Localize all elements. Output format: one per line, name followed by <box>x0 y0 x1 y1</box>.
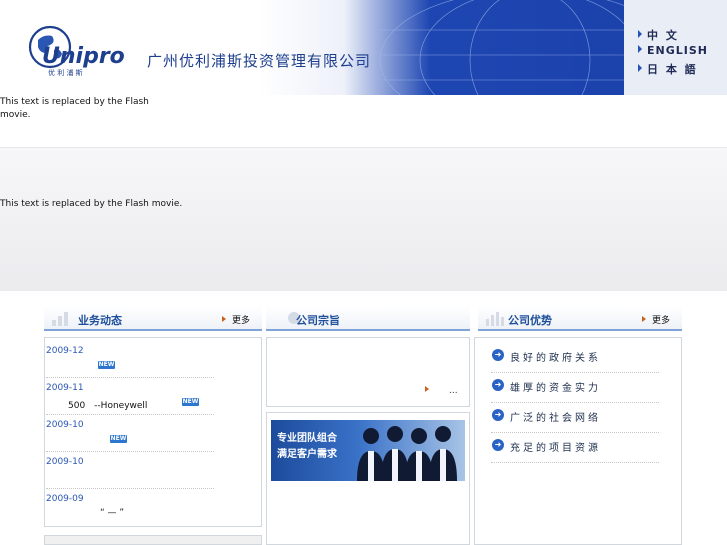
business-news-more[interactable]: 更多 <box>221 313 250 326</box>
flash-placeholder-main: This text is replaced by the Flash movie… <box>0 199 183 209</box>
arrow-right-icon <box>638 30 642 38</box>
arrow-right-icon <box>221 316 226 322</box>
svg-text:Unipro: Unipro <box>42 44 125 69</box>
team-banner-image[interactable]: 专业团队组合 满足客户需求 <box>271 420 465 481</box>
news-title[interactable]: 500 --Honeywell <box>68 398 147 411</box>
news-date[interactable]: 2009-11 <box>46 383 84 393</box>
business-news-title: 业务动态 <box>78 314 122 327</box>
company-advantages-header: 公司优势 更多 <box>478 306 682 331</box>
advantage-item[interactable]: ➜ 充足的项目资源 <box>491 433 659 463</box>
news-date[interactable]: 2009-12 <box>46 346 84 356</box>
team-banner-line1: 专业团队组合 <box>277 433 337 444</box>
company-advantages-more[interactable]: 更多 <box>641 313 670 326</box>
news-date[interactable]: 2009-09 <box>46 494 84 504</box>
arrow-right-icon <box>638 64 642 72</box>
lang-japanese[interactable]: 日 本 語 <box>638 61 698 77</box>
globe-decoration <box>379 0 630 95</box>
page: Unipro 优 利 浦 斯 广州优利浦斯投资管理有限公司 中 文 ENGLIS… <box>0 0 727 545</box>
next-panel-edge <box>44 535 262 545</box>
flash-placeholder-top: This text is replaced by the Flash movie… <box>0 97 149 120</box>
lang-english[interactable]: ENGLISH <box>638 44 708 57</box>
arrow-right-icon <box>641 316 646 322</box>
svg-text:优 利 浦 斯: 优 利 浦 斯 <box>48 68 83 77</box>
flash-band <box>0 147 727 291</box>
advantage-item[interactable]: ➜ 广泛的社会网络 <box>491 403 659 433</box>
new-badge: NEW <box>110 435 127 443</box>
arrow-circle-icon: ➜ <box>492 379 504 391</box>
arrow-right-icon <box>425 386 429 392</box>
team-banner-line2: 满足客户需求 <box>277 449 337 460</box>
company-purpose-header: 公司宗旨 <box>266 306 470 331</box>
news-title[interactable]: “ — ” <box>100 508 124 518</box>
arrow-right-icon <box>638 45 642 53</box>
business-news-header: 业务动态 更多 <box>44 306 262 331</box>
unipro-logo: Unipro 优 利 浦 斯 <box>28 25 125 77</box>
language-selector: 中 文 ENGLISH 日 本 語 <box>624 0 727 95</box>
advantage-item[interactable]: ➜ 良好的政府关系 <box>491 343 659 373</box>
arrow-circle-icon: ➜ <box>492 439 504 451</box>
company-purpose-title: 公司宗旨 <box>296 314 340 327</box>
lang-chinese[interactable]: 中 文 <box>638 27 679 43</box>
new-badge: NEW <box>182 398 199 406</box>
arrow-circle-icon: ➜ <box>492 349 504 361</box>
news-date[interactable]: 2009-10 <box>46 457 84 467</box>
company-advantages-title: 公司优势 <box>508 314 552 327</box>
arrow-circle-icon: ➜ <box>492 409 504 421</box>
advantage-item[interactable]: ➜ 雄厚的资金实力 <box>491 373 659 403</box>
company-purpose-more[interactable]: ... <box>425 386 458 396</box>
company-purpose-panel <box>266 337 470 407</box>
header-banner: Unipro 优 利 浦 斯 广州优利浦斯投资管理有限公司 中 文 ENGLIS… <box>0 0 727 95</box>
new-badge: NEW <box>98 361 115 369</box>
company-name: 广州优利浦斯投资管理有限公司 <box>147 52 372 70</box>
news-date[interactable]: 2009-10 <box>46 420 84 430</box>
